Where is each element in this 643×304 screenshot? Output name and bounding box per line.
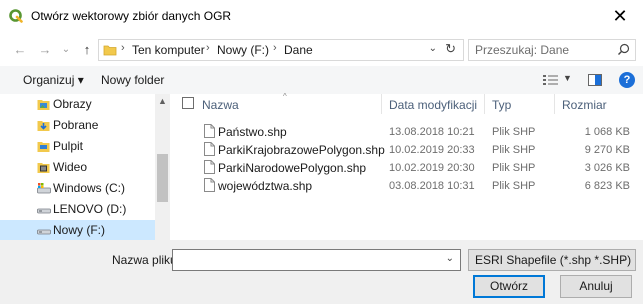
chevron-right-icon: › — [273, 42, 277, 54]
column-divider[interactable] — [484, 94, 485, 114]
cancel-button[interactable]: Anuluj — [560, 275, 632, 298]
open-button[interactable]: Otwórz — [473, 275, 545, 298]
up-icon[interactable]: ↑ — [79, 41, 95, 57]
sidebar-item-obrazy[interactable]: Obrazy — [0, 94, 155, 115]
folder-icon — [103, 45, 117, 56]
sidebar-item-label: Pulpit — [53, 139, 84, 153]
pictures-icon — [37, 100, 50, 110]
file-type: Plik SHP — [492, 180, 536, 192]
file-size: 6 823 KB — [584, 180, 630, 192]
filename-label: Nazwa pliku: — [112, 253, 181, 267]
file-row[interactable]: ParkiKrajobrazowePolygon.shp 10.02.2019 … — [170, 141, 643, 159]
organize-button[interactable]: Organizuj ▾ — [23, 73, 84, 87]
file-icon — [204, 124, 215, 138]
navigation-pane: Obrazy Pobrane Pulpit Wideo Windows (C:)… — [0, 94, 170, 240]
sidebar-item-label: Windows (C:) — [53, 181, 126, 195]
sidebar-item-label: Obrazy — [53, 97, 92, 111]
sidebar-item-nowy-f[interactable]: Nowy (F:) — [0, 220, 155, 240]
view-dropdown-icon[interactable]: ▼ — [563, 73, 572, 83]
new-folder-button[interactable]: Nowy folder — [101, 73, 164, 87]
file-icon — [204, 142, 215, 156]
sidebar-item-label: Pobrane — [53, 118, 99, 132]
column-header: ^ Nazwa Data modyfikacji Typ Rozmiar — [170, 92, 643, 116]
videos-icon — [37, 163, 50, 173]
file-type: Plik SHP — [492, 144, 536, 156]
drive-c-icon — [37, 183, 51, 194]
file-icon — [204, 178, 215, 192]
chevron-down-icon[interactable]: ⌄ — [446, 253, 454, 264]
file-type: Plik SHP — [492, 126, 536, 138]
scrollbar-thumb[interactable] — [157, 154, 168, 202]
column-divider[interactable] — [554, 94, 555, 114]
file-size: 3 026 KB — [584, 162, 630, 174]
column-name[interactable]: Nazwa — [202, 98, 239, 112]
file-modified: 03.08.2018 10:31 — [389, 180, 475, 192]
column-modified[interactable]: Data modyfikacji — [389, 98, 477, 112]
sidebar-item-windows-c[interactable]: Windows (C:) — [0, 178, 155, 199]
select-all-checkbox[interactable] — [182, 97, 194, 109]
file-row[interactable]: Państwo.shp 13.08.2018 10:21 Plik SHP 1 … — [170, 123, 643, 141]
file-modified: 10.02.2019 20:30 — [389, 162, 475, 174]
sidebar-item-wideo[interactable]: Wideo — [0, 157, 155, 178]
column-type[interactable]: Typ — [492, 98, 511, 112]
filename-field[interactable]: ⌄ — [172, 249, 461, 271]
search-input[interactable]: Przeszukaj: Dane — [475, 43, 569, 57]
window-title: Otwórz wektorowy zbiór danych OGR — [31, 9, 232, 23]
dialog-footer: Nazwa pliku: ⌄ ESRI Shapefile (*.shp *.S… — [0, 240, 643, 304]
file-name: Państwo.shp — [218, 125, 287, 139]
file-name: województwa.shp — [218, 179, 313, 193]
breadcrumb-drive-f[interactable]: Nowy (F:) — [217, 43, 269, 57]
file-modified: 10.02.2019 20:33 — [389, 144, 475, 156]
address-bar[interactable]: › Ten komputer › Nowy (F:) › Dane ⌄ ↻ — [98, 39, 464, 61]
help-icon[interactable]: ? — [619, 72, 635, 88]
file-name: ParkiKrajobrazowePolygon.shp — [218, 143, 385, 157]
file-modified: 13.08.2018 10:21 — [389, 126, 475, 138]
preview-pane-icon[interactable] — [588, 74, 602, 86]
close-button[interactable]: ✕ — [597, 0, 643, 32]
view-details-icon[interactable] — [543, 74, 559, 86]
title-bar: Otwórz wektorowy zbiór danych OGR ✕ — [0, 0, 643, 32]
sort-ascending-icon: ^ — [283, 92, 287, 101]
chevron-right-icon: › — [121, 42, 125, 54]
file-type-filter[interactable]: ESRI Shapefile (*.shp *.SHP) ⌄ — [468, 249, 636, 271]
column-size[interactable]: Rozmiar — [562, 98, 607, 112]
downloads-icon — [37, 121, 50, 131]
file-list: ^ Nazwa Data modyfikacji Typ Rozmiar Pań… — [170, 92, 643, 240]
file-row[interactable]: ParkiNarodowePolygon.shp 10.02.2019 20:3… — [170, 159, 643, 177]
address-dropdown-icon[interactable]: ⌄ — [429, 43, 437, 54]
search-icon[interactable] — [617, 43, 630, 56]
close-icon: ✕ — [612, 6, 628, 26]
file-icon — [204, 160, 215, 174]
sidebar-item-label: Wideo — [53, 160, 88, 174]
sidebar-scrollbar[interactable]: ▲ — [155, 94, 170, 240]
file-type: Plik SHP — [492, 162, 536, 174]
back-icon[interactable]: ← — [12, 41, 28, 57]
refresh-icon[interactable]: ↻ — [445, 41, 456, 57]
breadcrumb-dane[interactable]: Dane — [284, 43, 313, 57]
chevron-down-icon[interactable]: ⌄ — [621, 253, 629, 264]
breadcrumb-this-pc[interactable]: Ten komputer — [132, 43, 205, 57]
forward-icon[interactable]: → — [37, 41, 53, 57]
drive-d-icon — [37, 208, 51, 214]
sidebar-item-label: Nowy (F:) — [53, 223, 105, 237]
filter-value: ESRI Shapefile (*.shp *.SHP) — [475, 253, 632, 267]
file-size: 9 270 KB — [584, 144, 630, 156]
command-toolbar: Organizuj ▾ Nowy folder ▼ ? — [0, 66, 643, 94]
qgis-logo-icon — [9, 9, 23, 23]
file-row[interactable]: województwa.shp 03.08.2018 10:31 Plik SH… — [170, 177, 643, 195]
navigation-bar: ← → ⌄ ↑ › Ten komputer › Nowy (F:) › Dan… — [0, 32, 643, 66]
search-box[interactable]: Przeszukaj: Dane — [468, 39, 636, 61]
chevron-right-icon: › — [206, 42, 210, 54]
sidebar-item-pulpit[interactable]: Pulpit — [0, 136, 155, 157]
file-size: 1 068 KB — [584, 126, 630, 138]
sidebar-item-pobrane[interactable]: Pobrane — [0, 115, 155, 136]
drive-f-icon — [37, 229, 51, 235]
desktop-icon — [37, 142, 50, 152]
scroll-up-icon[interactable]: ▲ — [158, 96, 167, 106]
column-divider[interactable] — [381, 94, 382, 114]
recent-locations-icon[interactable]: ⌄ — [58, 41, 74, 57]
sidebar-item-label: LENOVO (D:) — [53, 202, 127, 216]
file-name: ParkiNarodowePolygon.shp — [218, 161, 367, 175]
sidebar-item-lenovo-d[interactable]: LENOVO (D:) — [0, 199, 155, 220]
